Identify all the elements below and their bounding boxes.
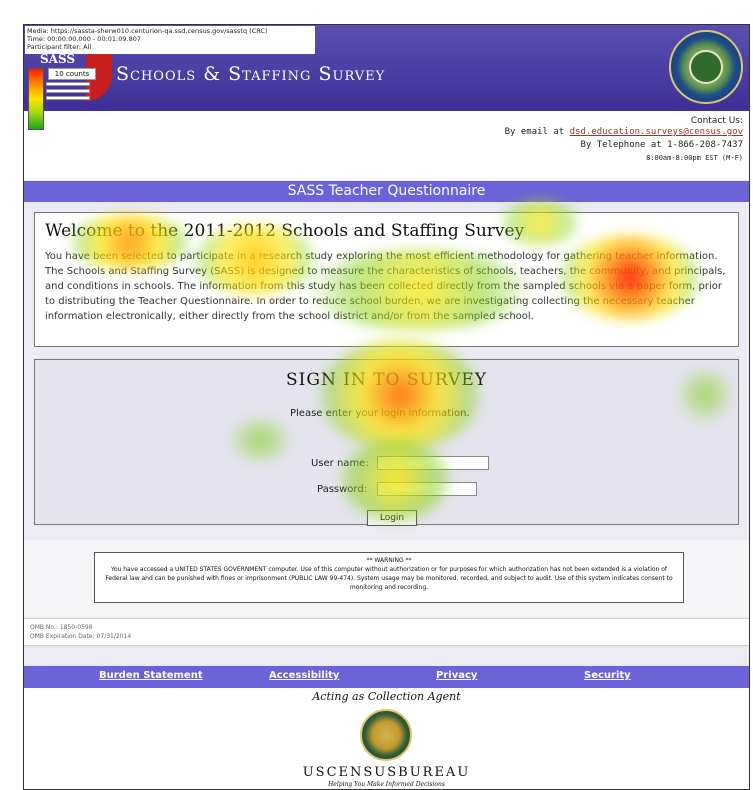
sign-in-hint: Please enter your login information.	[290, 408, 470, 419]
footer-link-privacy[interactable]: Privacy	[436, 670, 477, 681]
department-of-education-seal-icon	[669, 30, 743, 104]
omb-expiration: OMB Expiration Date: 07/31/2014	[30, 633, 132, 640]
census-bureau-seal-icon	[360, 709, 412, 761]
contact-email-prefix: By email at	[504, 127, 570, 137]
census-bureau-wordmark: USCENSUSBUREAU	[302, 765, 471, 780]
contact-hours: 8:00am-8:00pm EST (M-F)	[646, 154, 743, 162]
footer-link-security[interactable]: Security	[584, 670, 631, 681]
password-label: Password:	[317, 484, 368, 495]
overlay-media: Media: https://sassta-sherw010.centurion…	[27, 27, 268, 35]
username-input[interactable]	[377, 456, 489, 470]
warning-text: You have accessed a UNITED STATES GOVERN…	[105, 566, 673, 591]
sign-in-panel: SIGN IN TO SURVEY Please enter your logi…	[34, 359, 739, 526]
username-label: User name:	[311, 458, 369, 469]
browser-page: Schools & Staffing Survey Contact Us: By…	[23, 24, 750, 790]
census-tagline: Helping You Make Informed Decisions	[328, 781, 445, 788]
heatmap-legend-bar	[28, 68, 44, 130]
omb-info: OMB No.: 1850-0598 OMB Expiration Date: …	[24, 618, 749, 646]
heatmap-legend-marks	[46, 82, 90, 103]
footer-nav: Burden Statement Accessibility Privacy S…	[24, 666, 749, 688]
eye-tracking-info: Media: https://sassta-sherw010.centurion…	[25, 26, 315, 54]
footer-link-accessibility[interactable]: Accessibility	[269, 670, 339, 681]
contact-email-line: By email at dsd.education.surveys@census…	[24, 126, 743, 139]
overlay-time: Time: 00:00:00.000 - 00:01:09.807	[27, 35, 141, 43]
contact-email-link[interactable]: dsd.education.surveys@census.gov	[570, 127, 743, 137]
security-warning: ** WARNING ** You have accessed a UNITED…	[94, 552, 684, 603]
warning-title: ** WARNING **	[366, 557, 412, 564]
welcome-panel: Welcome to the 2011-2012 Schools and Sta…	[34, 212, 739, 347]
password-input[interactable]	[377, 482, 477, 496]
sass-logo-text: SASS	[40, 52, 76, 66]
contact-section: Contact Us: By email at dsd.education.su…	[24, 111, 749, 180]
login-button[interactable]: Login	[367, 510, 417, 526]
contact-title: Contact Us:	[690, 116, 743, 126]
survey-title: Schools & Staffing Survey	[116, 63, 386, 85]
footer-link-burden-statement[interactable]: Burden Statement	[99, 670, 203, 681]
contact-phone: By Telephone at 1-866-208-7437	[580, 140, 743, 150]
welcome-body: You have been selected to participate in…	[45, 251, 726, 322]
questionnaire-title-bar: SASS Teacher Questionnaire	[24, 181, 749, 202]
heatmap-legend-label: 10 counts	[48, 68, 96, 80]
sign-in-heading: SIGN IN TO SURVEY	[286, 370, 487, 390]
omb-number: OMB No.: 1850-0598	[30, 624, 93, 631]
overlay-participant: Participant filter: All	[27, 43, 92, 51]
collection-agent-text: Acting as Collection Agent	[312, 690, 461, 703]
welcome-heading: Welcome to the 2011-2012 Schools and Sta…	[45, 221, 525, 241]
